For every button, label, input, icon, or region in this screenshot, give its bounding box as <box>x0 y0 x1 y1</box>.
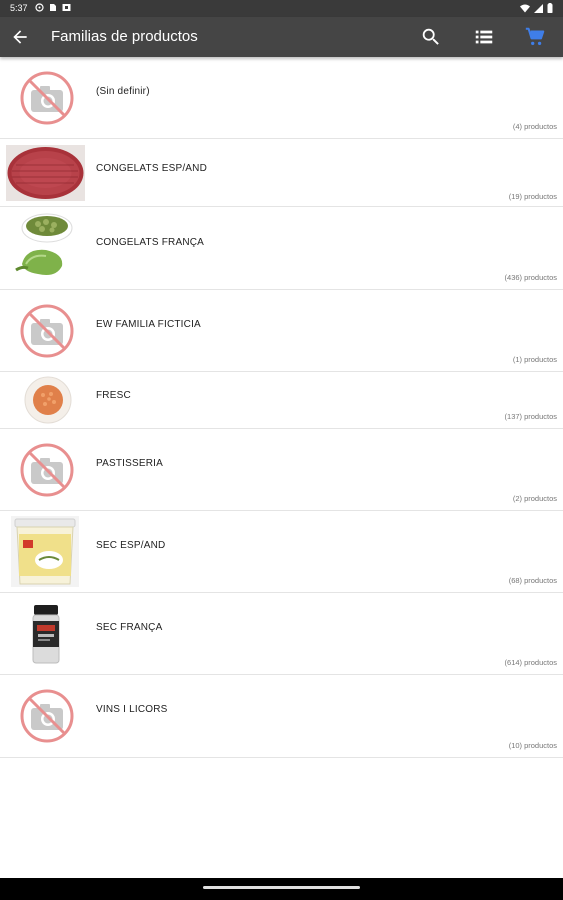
no-photo-icon <box>20 689 74 743</box>
arrow-back-icon[interactable] <box>10 27 30 47</box>
family-name: CONGELATS ESP/AND <box>96 163 208 174</box>
alioli-tub-photo <box>11 516 79 587</box>
family-name: SEC FRANÇA <box>96 622 163 633</box>
page-title: Familias de productos <box>51 28 198 45</box>
no-photo-icon <box>20 443 74 497</box>
product-count: (2) productos <box>512 494 557 503</box>
list-item[interactable]: CONGELATS ESP/AND (19) productos <box>0 139 563 207</box>
family-name: EW FAMILIA FICTICIA <box>96 319 201 330</box>
status-bar: 5:37 <box>0 0 563 17</box>
location-icon <box>35 3 44 12</box>
product-count: (1) productos <box>512 355 557 364</box>
app-bar: Familias de productos <box>0 17 563 57</box>
product-count: (19) productos <box>508 192 557 201</box>
product-count: (10) productos <box>508 741 557 750</box>
green-peppers-photo <box>15 213 73 275</box>
list-item[interactable]: CONGELATS FRANÇA (436) productos <box>0 207 563 290</box>
list-view-icon[interactable] <box>473 26 495 48</box>
list-item[interactable]: FRESC (137) productos <box>0 372 563 429</box>
family-name: PASTISSERIA <box>96 458 164 469</box>
minced-meat-photo <box>6 145 85 201</box>
family-name: SEC ESP/AND <box>96 540 166 551</box>
status-notification-icons <box>35 3 71 12</box>
status-system-icons <box>520 3 553 13</box>
no-photo-icon <box>20 304 74 358</box>
list-item[interactable]: (Sin definir) (4) productos <box>0 57 563 139</box>
list-item[interactable]: VINS I LICORS (10) productos <box>0 675 563 758</box>
battery-icon <box>547 3 553 13</box>
list-item[interactable]: SEC ESP/AND (68) productos <box>0 511 563 593</box>
search-icon[interactable] <box>420 26 442 48</box>
wifi-icon <box>520 4 530 12</box>
product-count: (68) productos <box>508 576 557 585</box>
family-name: FRESC <box>96 390 131 401</box>
media-icon <box>62 4 71 11</box>
home-gesture-handle[interactable] <box>203 886 360 889</box>
product-count: (436) productos <box>504 273 557 282</box>
system-navigation-bar <box>0 878 563 900</box>
list-item[interactable]: PASTISSERIA (2) productos <box>0 429 563 511</box>
screen: 5:37 Familias de productos 1 <box>0 0 563 900</box>
product-count: (4) productos <box>512 122 557 131</box>
signal-icon <box>534 3 543 13</box>
spice-jar-photo <box>32 605 60 664</box>
family-name: (Sin definir) <box>96 86 150 97</box>
cart-icon[interactable] <box>524 26 546 48</box>
family-name: VINS I LICORS <box>96 704 168 715</box>
status-time: 5:37 <box>10 3 28 13</box>
product-count: (614) productos <box>504 658 557 667</box>
no-photo-icon <box>20 71 74 125</box>
lentils-bowl-photo <box>24 376 72 424</box>
list-item[interactable]: EW FAMILIA FICTICIA (1) productos <box>0 290 563 372</box>
sim-icon <box>50 4 56 11</box>
product-count: (137) productos <box>504 412 557 421</box>
product-family-list: (Sin definir) (4) productos CONGELATS ESP… <box>0 57 563 758</box>
list-item[interactable]: SEC FRANÇA (614) productos <box>0 593 563 675</box>
family-name: CONGELATS FRANÇA <box>96 237 205 248</box>
